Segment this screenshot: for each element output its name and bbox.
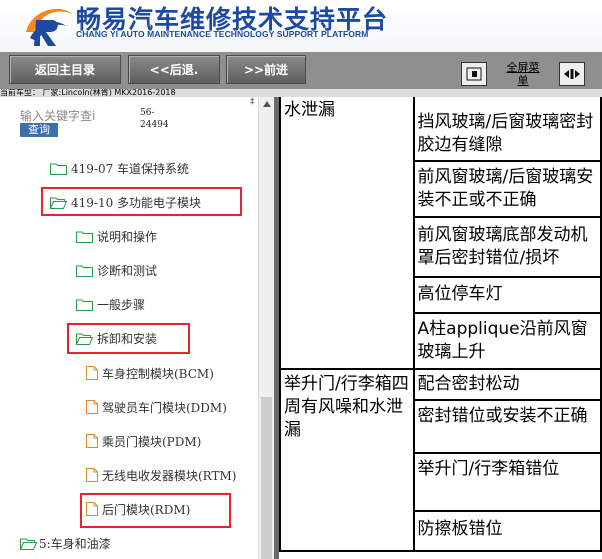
tree-item-label: 诊断和测试 bbox=[97, 263, 158, 278]
header-banner: 畅易汽车维修技术支持平台 CHANG YI AUTO MAINTENANCE T… bbox=[0, 0, 602, 52]
tree-item-body-paint[interactable]: 5:车身和油漆 bbox=[20, 533, 111, 553]
tree-item-rtm[interactable]: 无线电收发器模块(RTM) bbox=[86, 465, 236, 485]
folder-icon bbox=[50, 163, 67, 175]
document-icon bbox=[86, 366, 98, 380]
tree-item-lane-keeping[interactable]: 419-07 车道保持系统 bbox=[50, 158, 189, 178]
table-cell-cause: A柱applique沿前风窗玻璃上升 bbox=[412, 312, 602, 370]
scroll-up-button[interactable] bbox=[259, 97, 275, 111]
folder-icon bbox=[20, 538, 37, 550]
tree-item-pdm[interactable]: 乘员门模块(PDM) bbox=[86, 431, 201, 451]
current-vehicle-info: 当前车型： 厂家:Lincoln(林肯) MKX2016-2018 bbox=[0, 89, 602, 97]
navigation-tree-panel: 查询 56-24494 ‡ 419-07 车道保持系统 419-10 多功能电子… bbox=[0, 97, 258, 559]
search-button[interactable]: 查询 bbox=[20, 123, 58, 137]
forward-button[interactable]: >>前进 bbox=[226, 55, 306, 84]
split-view-button[interactable] bbox=[559, 62, 585, 86]
split-view-icon bbox=[564, 69, 580, 79]
table-cell-location: 水泄漏 bbox=[279, 97, 415, 370]
tree-item-diagnosis-testing[interactable]: 诊断和测试 bbox=[76, 260, 157, 280]
table-cell-cause: 高位停车灯 bbox=[412, 276, 602, 314]
highlight-box bbox=[80, 493, 231, 528]
tree-item-general-procedures[interactable]: 一般步骤 bbox=[76, 294, 145, 314]
tree-scrollbar[interactable] bbox=[258, 97, 274, 559]
table-cell-cause: 前风窗玻璃/后窗玻璃安装不正或不正确 bbox=[412, 160, 602, 218]
fault-table-body: 水泄漏 挡风玻璃/后窗玻璃密封胶边有缝隙 前风窗玻璃/后窗玻璃安装不正或不正确 … bbox=[279, 97, 602, 552]
tree-item-label: 419-07 车道保持系统 bbox=[71, 161, 190, 176]
highlight-box bbox=[67, 323, 190, 354]
logo-icon bbox=[26, 8, 72, 46]
tree-item-label: 无线电收发器模块(RTM) bbox=[102, 468, 237, 483]
fullscreen-toggle-button[interactable] bbox=[461, 62, 487, 86]
back-button[interactable]: <<后退. bbox=[128, 55, 220, 84]
fullscreen-menu-link[interactable]: 全屏菜单 bbox=[506, 61, 540, 87]
folder-icon bbox=[76, 299, 93, 311]
splitter-handle-icon[interactable]: ‡ bbox=[250, 97, 255, 107]
tree-item-description-operation[interactable]: 说明和操作 bbox=[76, 226, 157, 246]
table-cell-location: 举升门/行李箱四周有风噪和水泄漏 bbox=[279, 368, 415, 552]
arrow-up-icon bbox=[263, 101, 271, 107]
document-number: 56-24494 bbox=[140, 108, 169, 130]
fullscreen-icon bbox=[466, 67, 482, 81]
highlight-box bbox=[41, 187, 242, 216]
tree-item-ddm[interactable]: 驾驶员车门模块(DDM) bbox=[86, 397, 227, 417]
return-home-button[interactable]: 返回主目录 bbox=[9, 55, 121, 84]
table-cell-cause: 配合密封松动 bbox=[412, 368, 602, 401]
folder-icon bbox=[76, 231, 93, 243]
table-cell-cause: 举升门/行李箱错位 bbox=[412, 452, 602, 512]
table-cell-cause: 挡风玻璃/后窗玻璃密封胶边有缝隙 bbox=[412, 97, 602, 162]
tree-item-label: 乘员门模块(PDM) bbox=[102, 434, 202, 449]
tree-item-label: 说明和操作 bbox=[97, 229, 158, 244]
toolbar: 返回主目录 <<后退. >>前进 全屏菜单 bbox=[0, 52, 602, 89]
tree-item-bcm[interactable]: 车身控制模块(BCM) bbox=[86, 363, 214, 383]
document-icon bbox=[86, 400, 98, 414]
platform-subtitle: CHANG YI AUTO MAINTENANCE TECHNOLOGY SUP… bbox=[76, 29, 369, 39]
tree-item-label: 5:车身和油漆 bbox=[39, 536, 111, 551]
table-row: 举升门/行李箱四周有风噪和水泄漏 配合密封松动 bbox=[279, 368, 602, 552]
scroll-thumb[interactable] bbox=[261, 397, 272, 559]
folder-icon bbox=[76, 265, 93, 277]
content-panel: 水泄漏 挡风玻璃/后窗玻璃密封胶边有缝隙 前风窗玻璃/后窗玻璃安装不正或不正确 … bbox=[279, 97, 602, 559]
tree-item-label: 驾驶员车门模块(DDM) bbox=[102, 400, 227, 415]
document-icon bbox=[86, 468, 98, 482]
tree-item-label: 车身控制模块(BCM) bbox=[102, 366, 214, 381]
tree-item-label: 一般步骤 bbox=[97, 297, 146, 312]
table-row: 水泄漏 挡风玻璃/后窗玻璃密封胶边有缝隙 bbox=[279, 97, 602, 370]
table-cell-cause: 密封错位或安装不正确 bbox=[412, 399, 602, 454]
table-cell-cause: 前风窗玻璃底部发动机罩后密封错位/损坏 bbox=[412, 216, 602, 278]
document-icon bbox=[86, 434, 98, 448]
table-cell-cause: 防擦板错位 bbox=[412, 510, 602, 552]
